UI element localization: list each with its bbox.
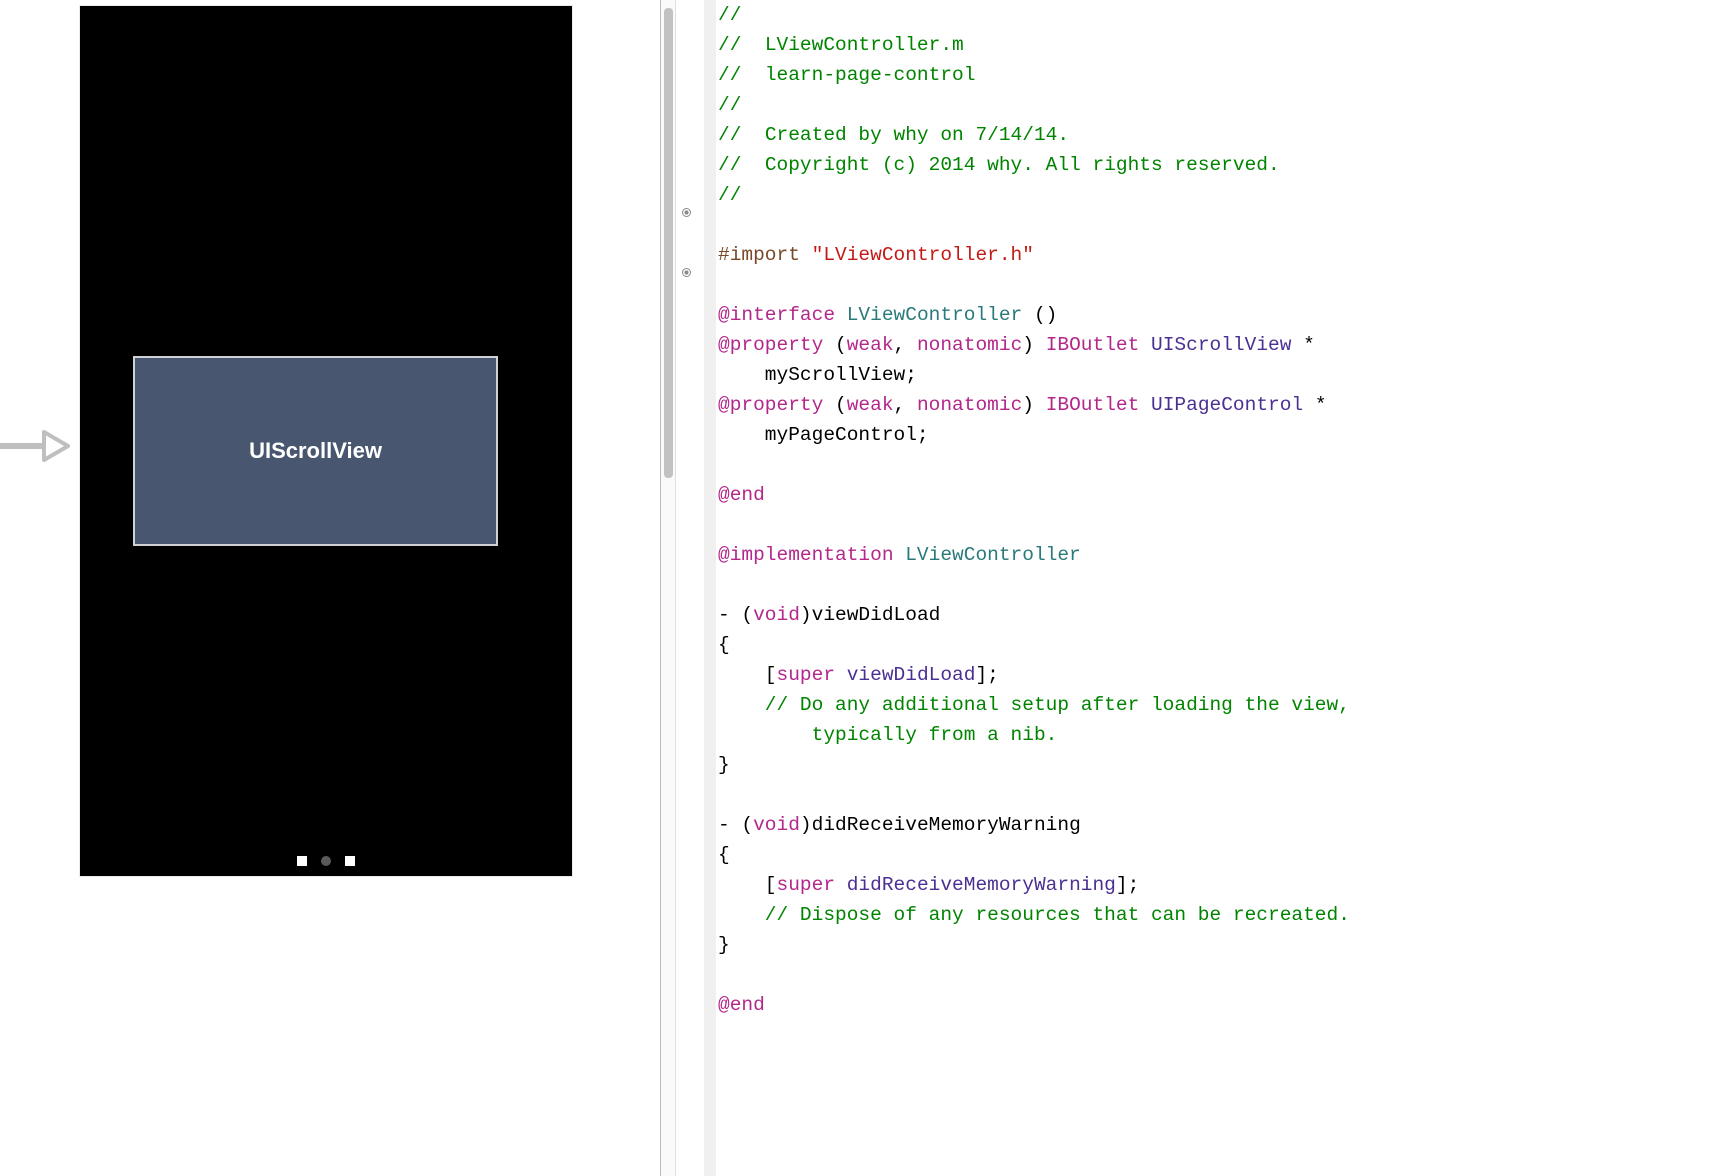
code-text: )viewDidLoad bbox=[800, 604, 940, 626]
code-text: ) bbox=[1022, 334, 1045, 356]
code-text: () bbox=[1022, 304, 1057, 326]
code-text bbox=[1139, 334, 1151, 356]
code-text: // bbox=[718, 184, 741, 206]
code-text: @property bbox=[718, 334, 823, 356]
code-text: // bbox=[718, 124, 765, 146]
code-text bbox=[835, 664, 847, 686]
code-editor-pane: // // LViewController.m // learn-page-co… bbox=[660, 0, 1728, 1176]
code-text: // bbox=[718, 64, 765, 86]
code-text: nonatomic bbox=[917, 334, 1022, 356]
code-text: ]; bbox=[975, 664, 998, 686]
code-text: UIScrollView bbox=[1151, 334, 1291, 356]
code-text: // Dispose of any resources that can be … bbox=[718, 904, 1350, 926]
code-text: myScrollView; bbox=[718, 364, 917, 386]
code-text: typically from a nib. bbox=[718, 724, 1057, 746]
code-text: super bbox=[777, 664, 836, 686]
code-text: LViewController bbox=[905, 544, 1081, 566]
code-text: super bbox=[777, 874, 836, 896]
code-text: didReceiveMemoryWarning bbox=[847, 874, 1116, 896]
code-text: #import bbox=[718, 244, 812, 266]
code-text: Created by why on 7/14/14. bbox=[765, 124, 1069, 146]
iboutlet-connection-indicator-icon[interactable] bbox=[682, 268, 691, 277]
interface-builder-pane: UIScrollView bbox=[0, 0, 660, 1176]
code-text: // bbox=[718, 154, 765, 176]
source-editor[interactable]: // // LViewController.m // learn-page-co… bbox=[716, 0, 1728, 1176]
code-text: [ bbox=[718, 664, 777, 686]
code-text: learn-page-control bbox=[765, 64, 976, 86]
code-text: - ( bbox=[718, 814, 753, 836]
iboutlet-connection-indicator-icon[interactable] bbox=[682, 208, 691, 217]
code-text: ( bbox=[823, 334, 846, 356]
code-text: - ( bbox=[718, 604, 753, 626]
segue-arrow-icon bbox=[0, 430, 72, 462]
code-text: ) bbox=[1022, 394, 1045, 416]
code-text: , bbox=[894, 334, 917, 356]
code-text: weak bbox=[847, 334, 894, 356]
code-text: IBOutlet bbox=[1046, 394, 1140, 416]
phone-canvas[interactable]: UIScrollView bbox=[80, 6, 572, 876]
code-text: [ bbox=[718, 874, 777, 896]
code-text: // Do any additional setup after loading… bbox=[718, 694, 1350, 716]
code-text: Copyright (c) 2014 why. All rights reser… bbox=[765, 154, 1280, 176]
page-dot-1 bbox=[297, 856, 307, 866]
code-text: @interface bbox=[718, 304, 847, 326]
code-text: ]; bbox=[1116, 874, 1139, 896]
code-text: // bbox=[718, 94, 741, 116]
code-text: IBOutlet bbox=[1046, 334, 1140, 356]
code-text: , bbox=[894, 394, 917, 416]
code-text: myPageControl; bbox=[718, 424, 929, 446]
code-text: LViewController.m bbox=[765, 34, 964, 56]
code-text: nonatomic bbox=[917, 394, 1022, 416]
editor-scrollbar[interactable] bbox=[661, 0, 676, 1176]
fold-ribbon[interactable] bbox=[704, 0, 716, 1176]
code-text: } bbox=[718, 934, 730, 956]
code-text: void bbox=[753, 814, 800, 836]
uiscrollview-placeholder[interactable]: UIScrollView bbox=[133, 356, 498, 546]
page-dot-3 bbox=[345, 856, 355, 866]
code-text: @end bbox=[718, 484, 765, 506]
code-text: } bbox=[718, 754, 730, 776]
code-text: // bbox=[718, 34, 765, 56]
code-text: * bbox=[1303, 394, 1326, 416]
code-text: @property bbox=[718, 394, 823, 416]
code-text: UIPageControl bbox=[1151, 394, 1303, 416]
code-text: LViewController bbox=[847, 304, 1023, 326]
page-dot-2 bbox=[321, 856, 331, 866]
code-text bbox=[835, 874, 847, 896]
code-text: @end bbox=[718, 994, 765, 1016]
code-text: void bbox=[753, 604, 800, 626]
code-text bbox=[1139, 394, 1151, 416]
code-text: weak bbox=[847, 394, 894, 416]
code-text: * bbox=[1291, 334, 1314, 356]
uiscrollview-label: UIScrollView bbox=[249, 438, 382, 464]
code-text: ( bbox=[823, 394, 846, 416]
code-text: )didReceiveMemoryWarning bbox=[800, 814, 1081, 836]
editor-scrollbar-thumb[interactable] bbox=[664, 8, 673, 478]
code-text: { bbox=[718, 634, 730, 656]
code-text: @implementation bbox=[718, 544, 905, 566]
code-text: "LViewController.h" bbox=[812, 244, 1034, 266]
code-text: { bbox=[718, 844, 730, 866]
editor-gutter bbox=[676, 0, 716, 1176]
code-text: // bbox=[718, 4, 741, 26]
uipagecontrol[interactable] bbox=[297, 856, 355, 866]
code-text: viewDidLoad bbox=[847, 664, 976, 686]
